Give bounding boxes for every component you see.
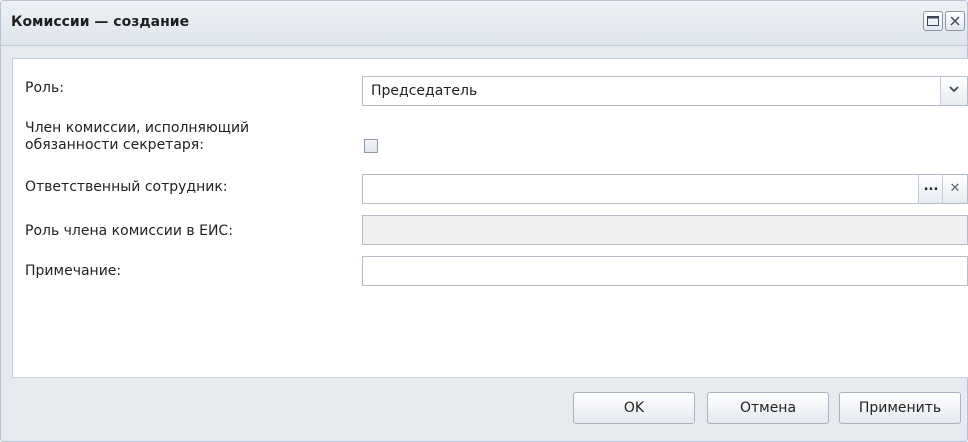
cancel-button[interactable]: Отмена (707, 392, 829, 424)
note-label: Примечание: (25, 263, 122, 279)
chevron-down-icon (949, 85, 959, 96)
employee-label: Ответственный сотрудник: (25, 179, 228, 195)
form-panel: Роль: Председатель Член комиссии, исполн… (12, 58, 968, 378)
secretary-label-line2: обязанности секретаря: (25, 137, 204, 153)
role-combobox[interactable]: Председатель (362, 76, 968, 106)
dialog-titlebar[interactable]: Комиссии — создание (1, 1, 967, 46)
employee-select-button[interactable]: ... (918, 175, 943, 203)
note-field[interactable] (362, 256, 968, 286)
role-value: Председатель (371, 83, 478, 99)
eis-role-field (362, 215, 968, 245)
dialog-title: Комиссии — создание (11, 14, 190, 30)
ok-button[interactable]: OK (573, 392, 695, 424)
secretary-label-line1: Член комиссии, исполняющий (25, 120, 250, 136)
maximize-icon (927, 14, 939, 30)
close-icon (950, 14, 960, 30)
role-dropdown-trigger[interactable] (940, 77, 967, 105)
role-label: Роль: (25, 80, 64, 96)
secretary-checkbox[interactable] (364, 139, 378, 153)
close-button[interactable] (945, 11, 965, 31)
clear-icon: ✕ (949, 181, 961, 196)
dialog-window: Комиссии — создание Роль: Председатель Ч… (0, 0, 968, 442)
apply-button[interactable]: Применить (839, 392, 961, 424)
employee-clear-button[interactable]: ✕ (942, 175, 967, 203)
employee-field[interactable]: ... ✕ (362, 174, 968, 204)
eis-role-label: Роль члена комиссии в ЕИС: (25, 223, 233, 239)
ellipsis-icon: ... (923, 179, 939, 194)
maximize-button[interactable] (923, 11, 943, 31)
